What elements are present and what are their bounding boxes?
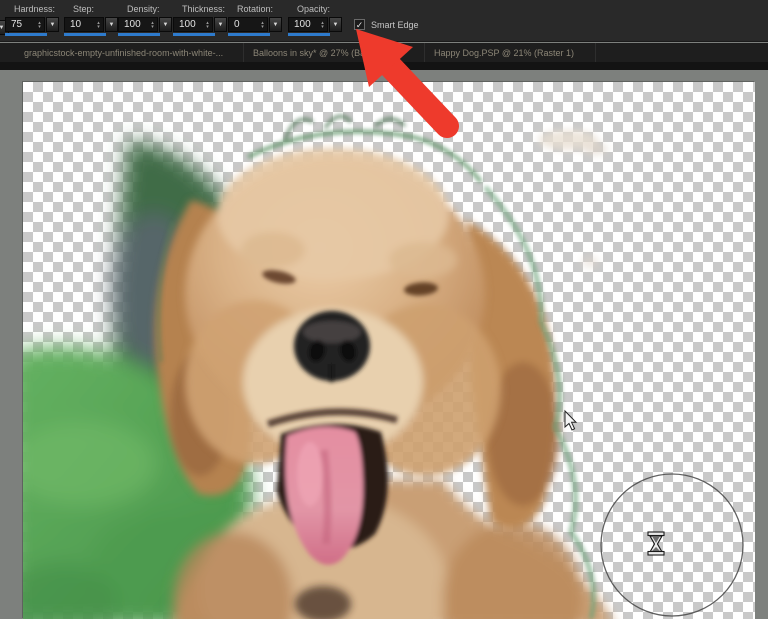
step-value: 10 <box>70 19 82 30</box>
thickness-value: 100 <box>179 19 196 30</box>
chevron-down-icon: ▼ <box>162 21 169 28</box>
chevron-down-icon: ▼ <box>217 21 224 28</box>
hardness-input[interactable]: 75 ▴ ▾ <box>5 17 45 32</box>
hardness-spinner[interactable]: ▴ ▾ <box>35 20 44 29</box>
step-label: Step: <box>73 4 95 14</box>
tab-happy-dog[interactable]: Happy Dog.PSP @ 21% (Raster 1) <box>426 43 596 62</box>
opacity-dropdown-button[interactable]: ▼ <box>329 17 342 32</box>
chevron-down-icon: ▼ <box>108 21 115 28</box>
density-dropdown-button[interactable]: ▼ <box>159 17 172 32</box>
hardness-slider-track[interactable] <box>5 33 47 36</box>
step-spinner[interactable]: ▴ ▾ <box>94 20 103 29</box>
chevron-down-icon: ▼ <box>0 24 5 31</box>
puppy-photo-artwork <box>23 114 611 619</box>
chevron-down-icon: ▼ <box>272 21 279 28</box>
tab-bar-shadow <box>0 62 768 70</box>
step-dropdown-button[interactable]: ▼ <box>105 17 118 32</box>
opacity-slider-track[interactable] <box>288 33 330 36</box>
thickness-slider-track[interactable] <box>173 33 215 36</box>
smart-edge-label: Smart Edge <box>371 19 419 30</box>
rotation-dropdown-button[interactable]: ▼ <box>269 17 282 32</box>
control-hardness: Hardness: 75 ▴ ▾ ▼ <box>5 4 63 36</box>
hardness-label: Hardness: <box>14 4 56 14</box>
density-spinner[interactable]: ▴ ▾ <box>148 20 157 29</box>
rotation-value: 0 <box>234 19 240 30</box>
smart-edge-toggle[interactable]: ✓ Smart Edge <box>354 19 419 30</box>
canvas-happy-dog[interactable] <box>23 82 755 619</box>
rotation-label: Rotation: <box>237 4 274 14</box>
chevron-down-icon: ▼ <box>49 21 56 28</box>
hardness-value: 75 <box>11 19 23 30</box>
eraser-leftover-smudges <box>538 130 608 268</box>
thickness-spinner[interactable]: ▴ ▾ <box>203 20 212 29</box>
rotation-slider-track[interactable] <box>228 33 270 36</box>
rotation-input[interactable]: 0 ▴ ▾ <box>228 17 268 32</box>
opacity-input[interactable]: 100 ▴ ▾ <box>288 17 328 32</box>
thickness-dropdown-button[interactable]: ▼ <box>214 17 227 32</box>
density-label: Density: <box>127 4 160 14</box>
control-density: Density: 100 ▴ ▾ ▼ <box>118 4 176 36</box>
tool-options-toolbar: ▼ Hardness: 75 ▴ ▾ ▼ Step: 10 ▴ ▾ ▼ Dens… <box>0 0 768 42</box>
tab-graphicstock-room[interactable]: graphicstock-empty-unfinished-room-with-… <box>16 43 244 62</box>
opacity-label: Opacity: <box>297 4 331 14</box>
density-value: 100 <box>124 19 141 30</box>
tab-balloons-in-sky[interactable]: Balloons in sky* @ 27% (Ba <box>245 43 425 62</box>
chevron-down-icon: ▼ <box>332 21 339 28</box>
density-input[interactable]: 100 ▴ ▾ <box>118 17 158 32</box>
puppy <box>155 114 611 619</box>
thickness-input[interactable]: 100 ▴ ▾ <box>173 17 213 32</box>
density-slider-track[interactable] <box>118 33 160 36</box>
workspace-background <box>0 70 768 619</box>
smart-edge-checkbox[interactable]: ✓ <box>354 19 365 30</box>
photo-editor-window: ▼ Hardness: 75 ▴ ▾ ▼ Step: 10 ▴ ▾ ▼ Dens… <box>0 0 768 619</box>
rotation-spinner[interactable]: ▴ ▾ <box>258 20 267 29</box>
step-input[interactable]: 10 ▴ ▾ <box>64 17 104 32</box>
control-thickness: Thickness: 100 ▴ ▾ ▼ <box>173 4 231 36</box>
document-tab-bar: graphicstock-empty-unfinished-room-with-… <box>0 43 768 62</box>
check-icon: ✓ <box>355 20 364 30</box>
control-step: Step: 10 ▴ ▾ ▼ <box>64 4 122 36</box>
hardness-dropdown-button[interactable]: ▼ <box>46 17 59 32</box>
control-opacity: Opacity: 100 ▴ ▾ ▼ <box>288 4 346 36</box>
thickness-label: Thickness: <box>182 4 226 14</box>
opacity-value: 100 <box>294 19 311 30</box>
control-rotation: Rotation: 0 ▴ ▾ ▼ <box>228 4 286 36</box>
opacity-spinner[interactable]: ▴ ▾ <box>318 20 327 29</box>
step-slider-track[interactable] <box>64 33 106 36</box>
